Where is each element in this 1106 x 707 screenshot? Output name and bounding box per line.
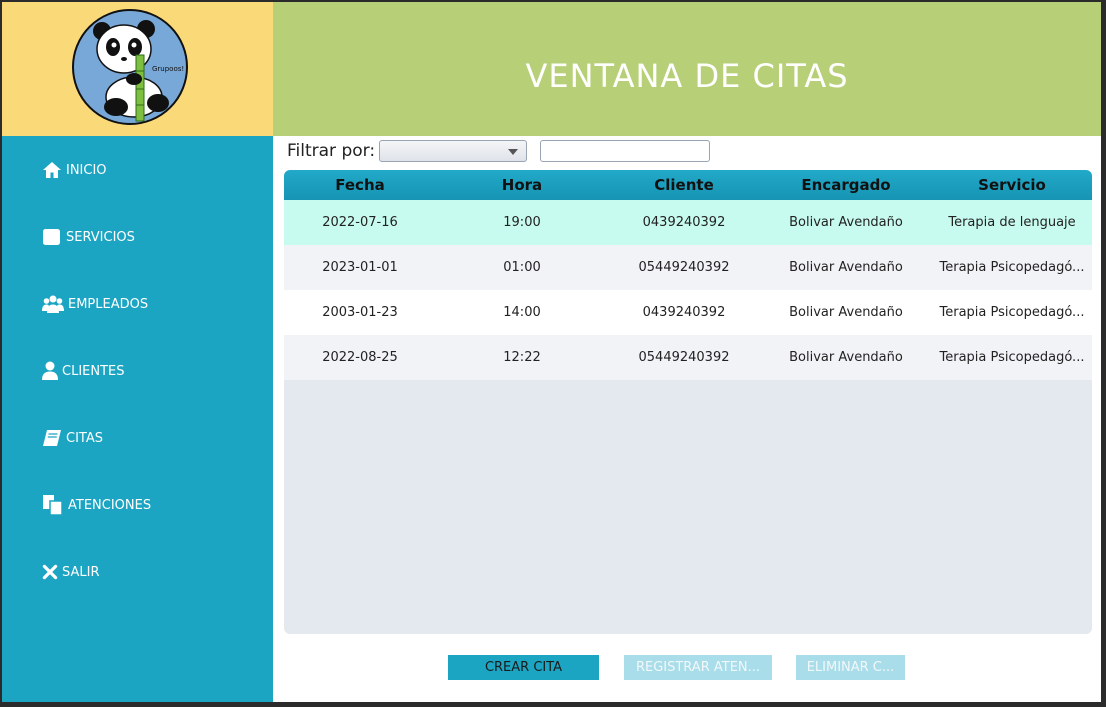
filter-label: Filtrar por: xyxy=(287,141,376,161)
cell-hora: 12:22 xyxy=(503,350,541,365)
cell-encargado: Bolivar Avendaño xyxy=(789,350,903,365)
sidebar-item-label: EMPLEADOS xyxy=(68,296,149,312)
users-icon xyxy=(42,295,64,313)
home-icon xyxy=(43,162,61,178)
column-header-cliente[interactable]: Cliente xyxy=(608,170,760,200)
cell-fecha: 2003-01-23 xyxy=(322,305,398,320)
column-header-hora[interactable]: Hora xyxy=(436,170,608,200)
book-icon xyxy=(43,430,61,446)
logo-text: Grupoos! xyxy=(152,65,184,73)
panda-logo: Grupoos! xyxy=(72,9,188,125)
app-window: Grupoos! VENTANA DE CITAS INICIO SERVICI… xyxy=(2,2,1101,702)
filter-search-input[interactable] xyxy=(540,140,711,162)
cell-servicio: Terapia Psicopedagó... xyxy=(939,350,1085,365)
cell-hora: 01:00 xyxy=(503,260,541,275)
cell-hora: 14:00 xyxy=(503,305,541,320)
sidebar-item-empleados[interactable]: EMPLEADOS xyxy=(42,291,148,317)
sidebar-item-label: ATENCIONES xyxy=(68,497,152,513)
cell-cliente: 0439240392 xyxy=(642,305,726,320)
column-header-encargado[interactable]: Encargado xyxy=(760,170,932,200)
action-bar: CREAR CITA REGISTRAR ATEN... ELIMINAR C.… xyxy=(273,634,1101,702)
close-icon xyxy=(42,564,58,580)
cell-encargado: Bolivar Avendaño xyxy=(789,260,903,275)
sidebar-item-salir[interactable]: SALIR xyxy=(42,559,100,585)
column-header-servicio[interactable]: Servicio xyxy=(932,170,1092,200)
cell-encargado: Bolivar Avendaño xyxy=(789,305,903,320)
sidebar-item-servicios[interactable]: SERVICIOS xyxy=(42,224,135,250)
filter-dropdown[interactable] xyxy=(379,140,528,162)
sidebar-item-label: SERVICIOS xyxy=(66,229,135,245)
page-title: VENTANA DE CITAS xyxy=(525,57,849,95)
cell-fecha: 2022-08-25 xyxy=(322,350,398,365)
cell-servicio: Terapia Psicopedagó... xyxy=(939,260,1085,275)
table-row[interactable]: 2023-01-01 01:00 05449240392 Bolivar Ave… xyxy=(284,245,1092,290)
sidebar-item-citas[interactable]: CITAS xyxy=(42,425,103,451)
cell-fecha: 2023-01-01 xyxy=(322,260,398,275)
citas-table: Fecha Hora Cliente Encargado Servicio 20… xyxy=(284,170,1092,634)
sidebar-item-label: CLIENTES xyxy=(62,363,125,379)
cell-cliente: 0439240392 xyxy=(642,215,726,230)
eliminar-cita-button[interactable]: ELIMINAR C... xyxy=(796,655,905,680)
sidebar-item-label: SALIR xyxy=(62,564,100,580)
table-row[interactable]: 2022-07-16 19:00 0439240392 Bolivar Aven… xyxy=(284,200,1092,245)
cell-cliente: 05449240392 xyxy=(638,350,730,365)
copy-icon xyxy=(43,495,63,516)
table-row[interactable]: 2022-08-25 12:22 05449240392 Bolivar Ave… xyxy=(284,335,1092,380)
table-header: Fecha Hora Cliente Encargado Servicio xyxy=(284,170,1092,200)
sidebar: INICIO SERVICIOS EMPLEADOS CLIENTES CITA… xyxy=(2,136,273,702)
sidebar-item-atenciones[interactable]: ATENCIONES xyxy=(42,492,151,518)
cell-fecha: 2022-07-16 xyxy=(322,215,398,230)
crear-cita-button[interactable]: CREAR CITA xyxy=(448,655,599,680)
logo-area: Grupoos! xyxy=(2,2,273,136)
cell-hora: 19:00 xyxy=(503,215,541,230)
column-header-fecha[interactable]: Fecha xyxy=(284,170,436,200)
cell-cliente: 05449240392 xyxy=(638,260,730,275)
table-row[interactable]: 2003-01-23 14:00 0439240392 Bolivar Aven… xyxy=(284,290,1092,335)
cell-encargado: Bolivar Avendaño xyxy=(789,215,903,230)
sidebar-item-label: INICIO xyxy=(66,162,107,178)
cell-servicio: Terapia de lenguaje xyxy=(948,215,1076,230)
sidebar-item-inicio[interactable]: INICIO xyxy=(42,157,107,183)
registrar-atencion-button[interactable]: REGISTRAR ATEN... xyxy=(624,655,772,680)
square-icon xyxy=(43,229,60,245)
filter-bar: Filtrar por: xyxy=(287,138,711,164)
user-icon xyxy=(42,361,58,380)
sidebar-item-clientes[interactable]: CLIENTES xyxy=(42,358,125,384)
chevron-down-icon xyxy=(508,149,519,155)
header: VENTANA DE CITAS xyxy=(273,2,1101,136)
cell-servicio: Terapia Psicopedagó... xyxy=(939,305,1085,320)
sidebar-item-label: CITAS xyxy=(66,430,103,446)
